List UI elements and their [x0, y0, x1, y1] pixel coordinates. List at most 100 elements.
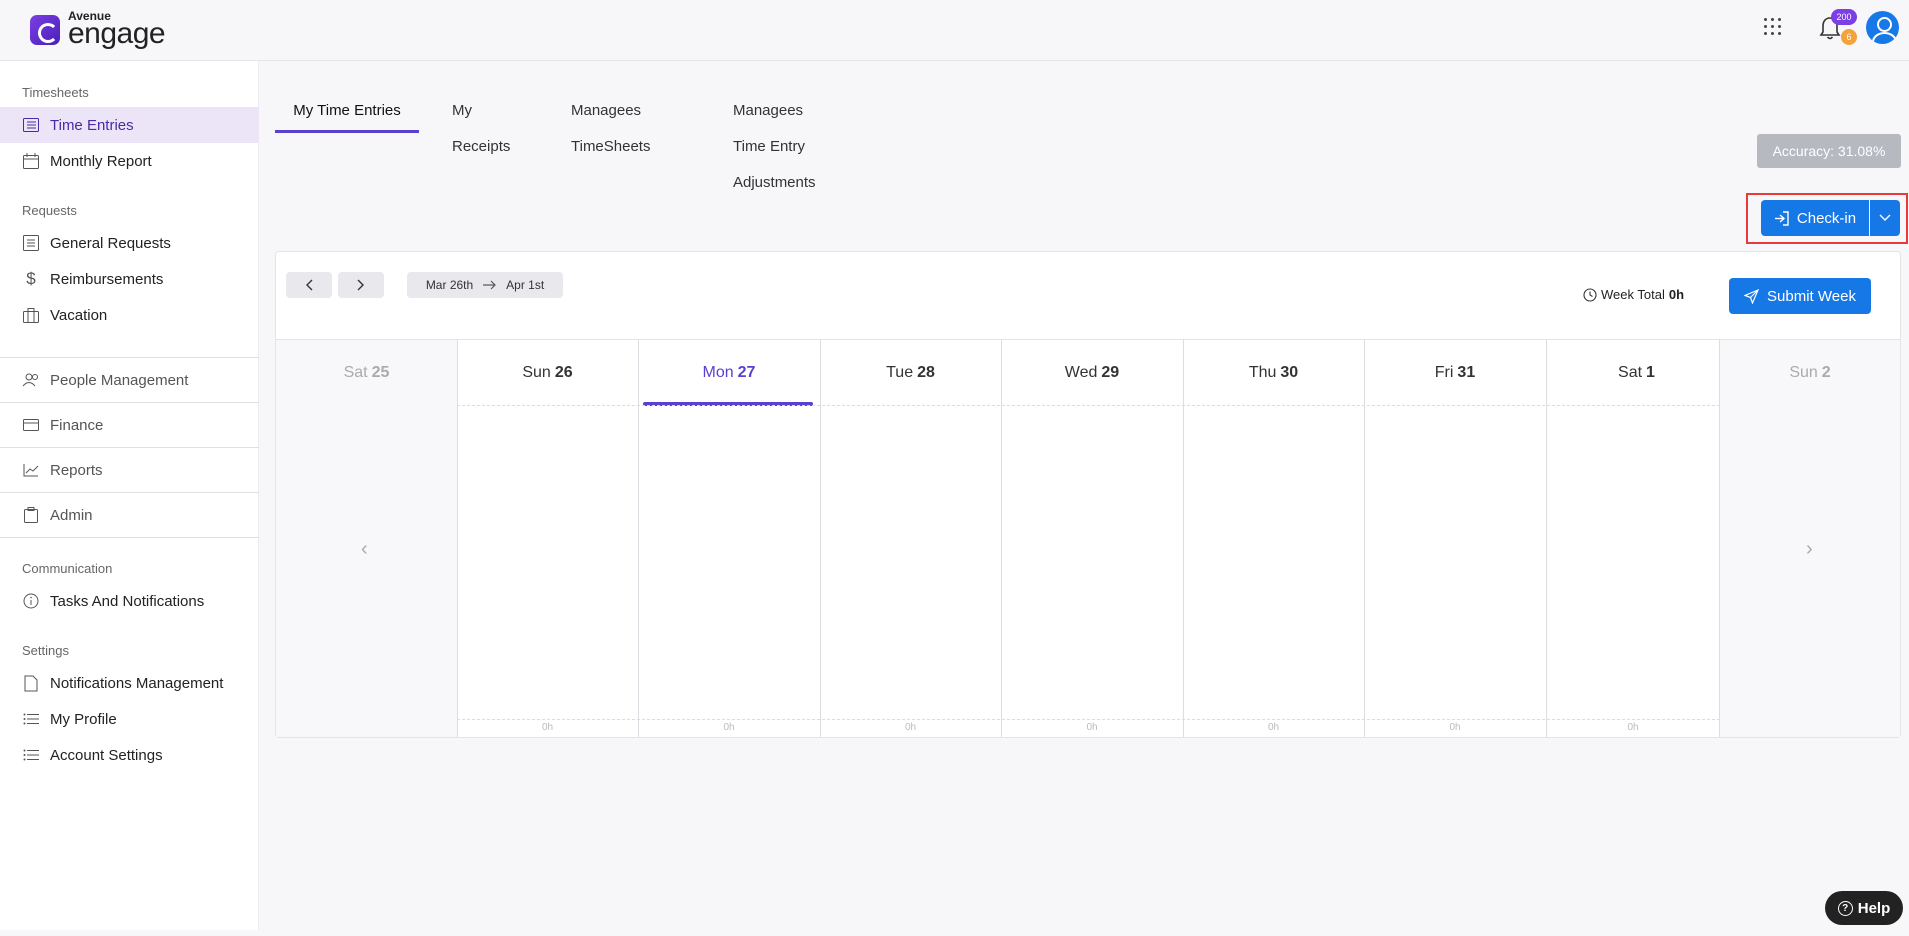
sidebar-item-finance[interactable]: Finance	[0, 407, 259, 443]
sidebar-divider	[0, 447, 259, 448]
sidebar-item-label: Account Settings	[50, 746, 163, 764]
help-label: Help	[1857, 899, 1891, 917]
people-icon	[22, 371, 40, 389]
sidebar-item-account-settings[interactable]: Account Settings	[0, 737, 259, 773]
check-in-button[interactable]: Check-in	[1761, 200, 1869, 236]
day-column[interactable]	[638, 339, 820, 737]
sidebar-item-my-profile[interactable]: My Profile	[0, 701, 259, 737]
chart-line-icon	[22, 461, 40, 479]
sidebar-item-tasks-notifications[interactable]: Tasks And Notifications	[0, 583, 259, 619]
sidebar-item-reimbursements[interactable]: $ Reimbursements	[0, 261, 259, 297]
day-column[interactable]	[457, 339, 638, 737]
credit-card-icon	[22, 416, 40, 434]
sidebar-item-people-management[interactable]: People Management	[0, 362, 259, 398]
top-bar: Avenue engage 200 6	[0, 0, 1909, 61]
week-total: Week Total 0h	[1583, 287, 1684, 302]
sidebar-item-label: Finance	[50, 416, 104, 434]
check-in-label: Check-in	[1796, 209, 1857, 227]
sidebar-item-time-entries[interactable]: Time Entries	[0, 107, 259, 143]
sidebar-item-label: Notifications Management	[50, 674, 224, 692]
day-column[interactable]	[1546, 339, 1720, 737]
clipboard-icon	[22, 506, 40, 524]
day-column[interactable]	[1001, 339, 1183, 737]
sidebar-item-admin[interactable]: Admin	[0, 497, 259, 533]
chevron-left-icon[interactable]: ‹	[361, 538, 368, 561]
calendar-icon	[22, 152, 40, 170]
sidebar-item-monthly-report[interactable]: Monthly Report	[0, 143, 259, 179]
tab-my-receipts[interactable]: My Receipts	[452, 93, 510, 155]
day-column[interactable]	[1364, 339, 1546, 737]
check-in-dropdown-button[interactable]	[1870, 200, 1900, 236]
sidebar-item-label: Tasks And Notifications	[50, 592, 205, 610]
day-total: 0h	[1267, 722, 1280, 733]
tab-my-time-entries[interactable]: My Time Entries	[275, 93, 419, 133]
brand-logo[interactable]: Avenue engage	[30, 10, 166, 50]
suitcase-icon	[22, 306, 40, 324]
section-communication: Communication	[22, 561, 113, 576]
sidebar-item-label: Reimbursements	[50, 270, 164, 288]
day-total: 0h	[723, 722, 735, 733]
header-separator	[457, 405, 1720, 406]
day-column[interactable]	[820, 339, 1001, 737]
logo-icon	[30, 14, 60, 45]
bullet-list-icon	[22, 746, 40, 764]
day-total: 0h	[541, 722, 554, 733]
alert-count-badge: 6	[1841, 29, 1857, 45]
help-button[interactable]: ? Help	[1825, 891, 1903, 925]
week-calendar: Mar 26th Apr 1st Week Total 0h Submit We…	[275, 251, 1901, 738]
question-icon: ?	[1837, 900, 1853, 916]
week-total-label: Week Total	[1601, 287, 1665, 302]
notification-count-badge: 200	[1831, 9, 1857, 25]
range-start: Mar 26th	[425, 278, 474, 292]
sign-in-icon	[1774, 210, 1789, 226]
chevron-right-icon	[357, 279, 364, 291]
info-icon	[22, 592, 40, 610]
clock-icon	[1583, 287, 1597, 302]
send-icon	[1744, 288, 1760, 304]
sidebar-item-label: People Management	[50, 371, 189, 389]
sidebar-item-label: Vacation	[50, 306, 108, 324]
bullet-list-icon	[22, 710, 40, 728]
sidebar-item-reports[interactable]: Reports	[0, 452, 259, 488]
chevron-right-icon[interactable]: ›	[1806, 538, 1813, 561]
file-icon	[22, 674, 40, 692]
tab-managees-timesheets[interactable]: Managees TimeSheets	[571, 93, 650, 155]
day-total: 0h	[904, 722, 917, 733]
tab-managees-adjustments[interactable]: Managees Time Entry Adjustments	[733, 93, 816, 191]
apps-grid-icon[interactable]	[1764, 18, 1782, 36]
next-week-button[interactable]	[338, 272, 384, 298]
day-total: 0h	[1449, 722, 1461, 733]
chevron-left-icon	[306, 279, 313, 291]
sidebar: Timesheets Time Entries Monthly Report R…	[0, 61, 259, 930]
sidebar-item-label: General Requests	[50, 234, 171, 252]
day-header[interactable]: Sat 25	[276, 340, 457, 406]
user-avatar[interactable]	[1866, 11, 1899, 44]
sidebar-item-vacation[interactable]: Vacation	[0, 297, 259, 333]
sidebar-item-label: Reports	[50, 461, 103, 479]
sidebar-divider	[0, 537, 259, 538]
sidebar-divider	[0, 492, 259, 493]
sidebar-divider	[0, 357, 259, 358]
sidebar-item-label: My Profile	[50, 710, 117, 728]
brand-big: engage	[68, 17, 166, 50]
dollar-icon: $	[26, 269, 36, 288]
day-column[interactable]	[1183, 339, 1364, 737]
list-icon	[22, 116, 40, 134]
date-range-picker[interactable]: Mar 26th Apr 1st	[407, 272, 563, 298]
previous-week-button[interactable]	[286, 272, 332, 298]
chevron-down-icon	[1879, 214, 1891, 221]
day-header[interactable]: Sun 2	[1720, 340, 1900, 406]
accuracy-badge: Accuracy: 31.08%	[1757, 134, 1901, 168]
arrow-right-icon	[483, 280, 497, 290]
sidebar-item-notifications-management[interactable]: Notifications Management	[0, 665, 259, 701]
sidebar-item-label: Admin	[50, 506, 93, 524]
range-end: Apr 1st	[506, 278, 545, 292]
sidebar-divider	[0, 402, 259, 403]
submit-week-button[interactable]: Submit Week	[1729, 278, 1871, 314]
day-total: 0h	[1086, 722, 1098, 733]
document-list-icon	[22, 234, 40, 252]
sidebar-item-general-requests[interactable]: General Requests	[0, 225, 259, 261]
section-timesheets: Timesheets	[22, 85, 89, 100]
submit-week-label: Submit Week	[1767, 287, 1856, 305]
sidebar-item-label: Monthly Report	[50, 152, 152, 170]
